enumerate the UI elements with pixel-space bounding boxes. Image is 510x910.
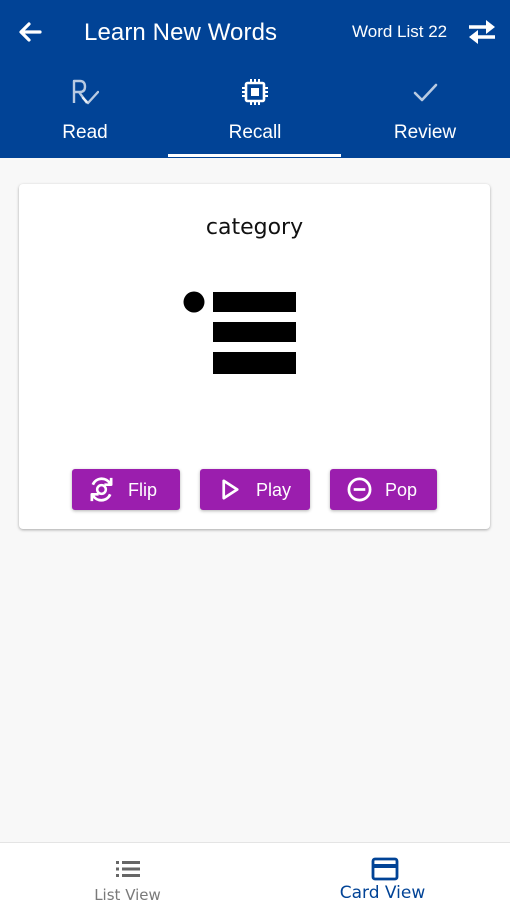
back-arrow-icon[interactable] bbox=[16, 18, 44, 46]
tab-indicator bbox=[168, 154, 341, 157]
tab-review-label: Review bbox=[393, 122, 457, 143]
chip-icon bbox=[242, 79, 268, 105]
flip-icon bbox=[90, 477, 113, 502]
swap-arrows-icon[interactable] bbox=[466, 18, 498, 46]
tab-review[interactable]: Review bbox=[340, 70, 510, 158]
word-card: category Flip Play Pop bbox=[19, 184, 490, 529]
tab-read-label: Read bbox=[62, 122, 108, 143]
nav-card-view[interactable]: Card View bbox=[255, 843, 510, 910]
check-icon bbox=[413, 83, 438, 102]
read-icon bbox=[72, 79, 99, 105]
flip-button-label: Flip bbox=[128, 480, 158, 500]
play-icon bbox=[222, 479, 239, 500]
list-icon bbox=[116, 861, 140, 877]
tab-read[interactable]: Read bbox=[0, 70, 170, 158]
tab-bar: Read Recall Review bbox=[0, 70, 510, 158]
card-word: category bbox=[205, 215, 304, 240]
tab-recall[interactable]: Recall bbox=[170, 70, 340, 158]
app-bar: Learn New Words Word List 22 Read Recall bbox=[0, 0, 510, 158]
word-list-selector[interactable]: Word List 22 bbox=[352, 21, 447, 43]
tab-recall-label: Recall bbox=[228, 122, 282, 143]
bottom-navigation: List View Card View bbox=[0, 842, 510, 910]
remove-circle-icon bbox=[347, 477, 372, 502]
nav-list-view-label: List View bbox=[94, 886, 161, 904]
top-bar: Learn New Words Word List 22 bbox=[0, 0, 510, 64]
card-icon bbox=[371, 857, 399, 881]
nav-list-view[interactable]: List View bbox=[0, 843, 255, 910]
nav-card-view-label: Card View bbox=[339, 883, 426, 903]
page-title: Learn New Words bbox=[84, 19, 278, 46]
pop-button[interactable]: Pop bbox=[330, 469, 437, 510]
play-button[interactable]: Play bbox=[200, 469, 310, 510]
category-list-icon bbox=[183, 291, 296, 374]
flip-button[interactable]: Flip bbox=[72, 469, 180, 510]
pop-button-label: Pop bbox=[385, 480, 418, 500]
play-button-label: Play bbox=[256, 480, 292, 500]
